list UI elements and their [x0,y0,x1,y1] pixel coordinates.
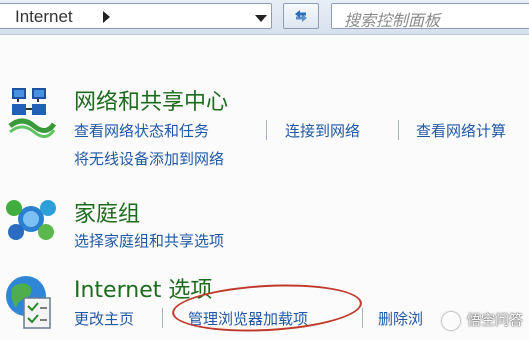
watermark-text: 悟空问答 [467,313,523,329]
category-title-network[interactable]: 网络和共享中心 [74,84,228,116]
link-connect-to-network[interactable]: 连接到网络 [285,120,360,141]
link-separator [266,120,267,140]
link-homegroup-sharing-options[interactable]: 选择家庭组和共享选项 [74,230,224,251]
address-dropdown-icon[interactable] [255,15,267,22]
search-placeholder: 搜索控制面板 [344,11,441,30]
address-breadcrumb[interactable]: Internet [15,7,73,27]
link-view-network-status[interactable]: 查看网络状态和任务 [74,120,209,141]
category-title-homegroup[interactable]: 家庭组 [74,196,140,228]
breadcrumb-arrow-icon[interactable] [103,11,110,23]
address-bar[interactable]: Internet [0,3,272,29]
wukong-logo-icon [441,312,460,330]
link-change-home-page[interactable]: 更改主页 [74,308,134,329]
watermark: 悟空问答 [441,310,523,334]
link-separator [162,308,163,328]
link-separator [398,120,399,140]
link-add-wireless-device[interactable]: 将无线设备添加到网络 [74,148,224,169]
link-view-network-computers[interactable]: 查看网络计算 [416,120,506,141]
internet-options-icon [6,276,51,329]
homegroup-icon [6,200,56,240]
link-separator [362,308,363,328]
refresh-icon [295,10,307,22]
search-input[interactable]: 搜索控制面板 [331,3,529,30]
navigation-bar: Internet 搜索控制面板 [0,0,529,35]
network-icon [8,88,56,138]
link-delete-browsing-history[interactable]: 删除浏 [378,308,423,329]
refresh-button[interactable] [283,3,319,29]
